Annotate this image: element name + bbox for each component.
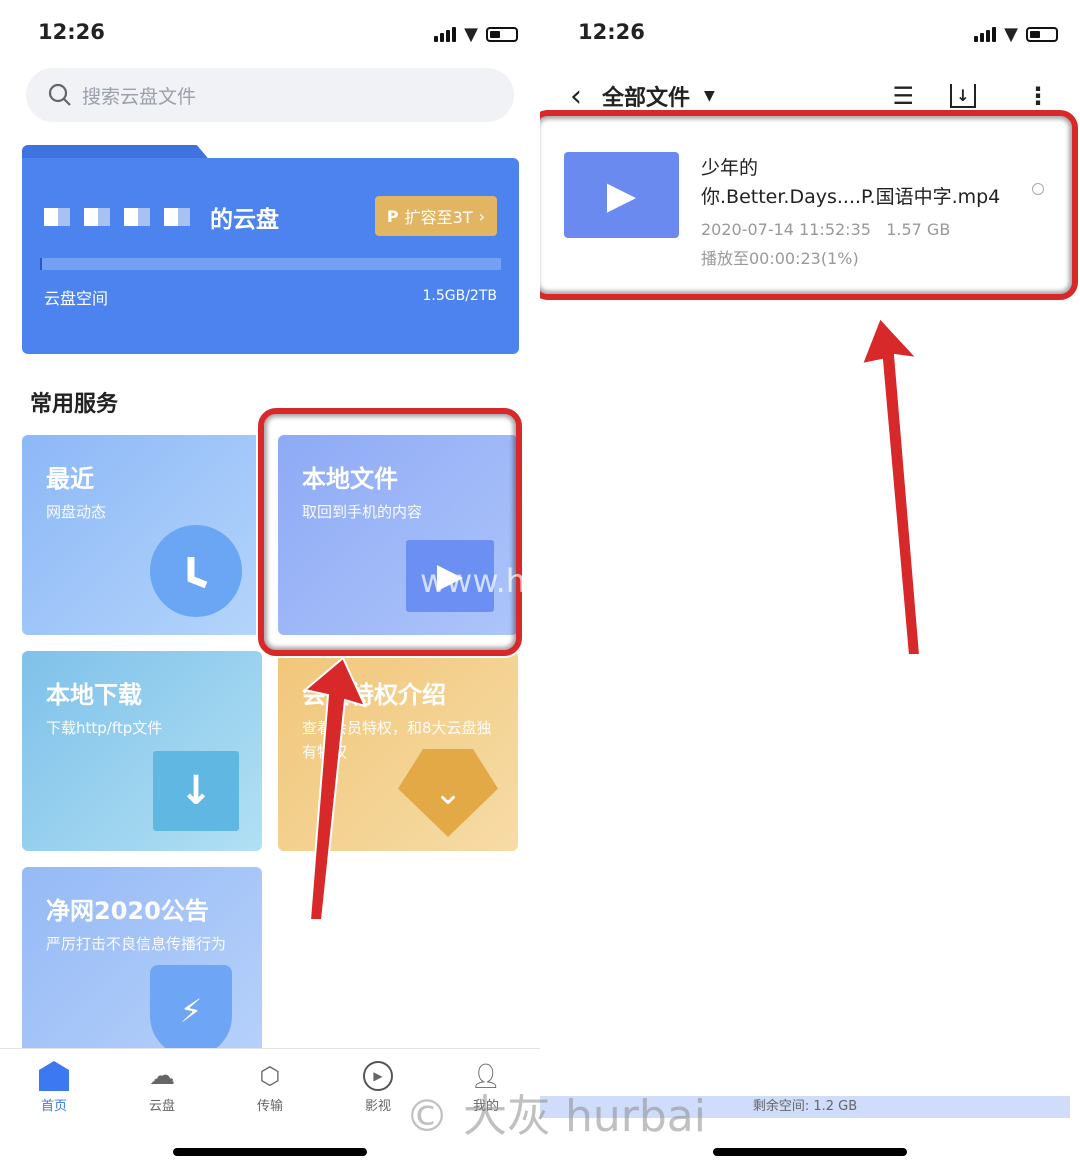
annotation-arrows: [302, 316, 922, 921]
arrow-up-icon: [302, 656, 367, 921]
arrow-up-icon: [860, 316, 922, 656]
